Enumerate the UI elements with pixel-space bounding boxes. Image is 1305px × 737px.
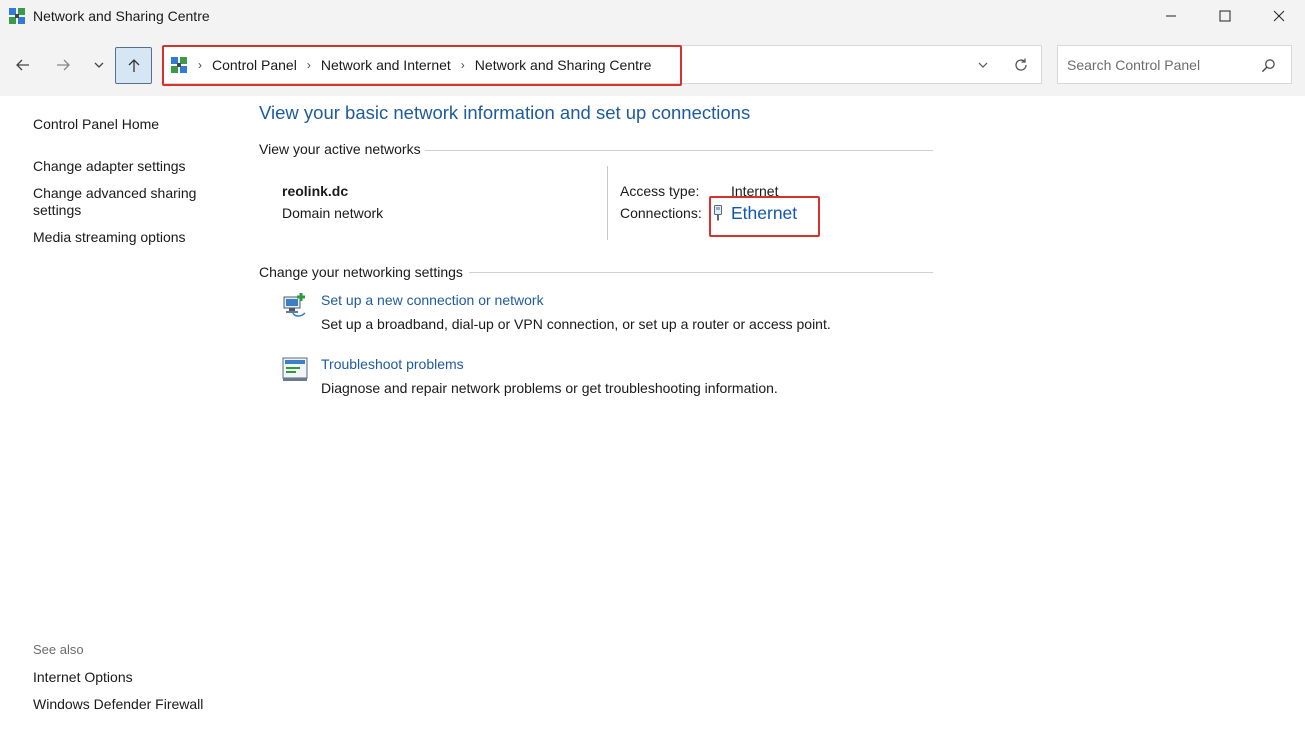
breadcrumb-network-and-internet[interactable]: Network and Internet xyxy=(321,57,451,73)
chevron-down-icon xyxy=(94,62,104,68)
breadcrumb-network-sharing-centre[interactable]: Network and Sharing Centre xyxy=(475,57,652,73)
access-type-label: Access type: xyxy=(620,183,700,199)
networking-settings-header: Change your networking settings xyxy=(259,264,463,280)
breadcrumb-separator[interactable]: › xyxy=(307,58,311,72)
ethernet-icon xyxy=(714,205,722,221)
breadcrumb-control-panel[interactable]: Control Panel xyxy=(212,57,297,73)
arrow-left-icon xyxy=(16,59,29,71)
breadcrumb-separator[interactable]: › xyxy=(461,58,465,72)
maximize-icon xyxy=(1219,10,1231,22)
access-type-value: Internet xyxy=(731,183,779,199)
chevron-down-icon xyxy=(978,62,988,68)
minimize-button[interactable] xyxy=(1144,0,1198,32)
breadcrumb-separator[interactable]: › xyxy=(198,58,202,72)
network-type: Domain network xyxy=(282,205,384,221)
connections-label: Connections: xyxy=(620,205,702,221)
breadcrumb: › Control Panel › Network and Internet ›… xyxy=(194,46,651,83)
maximize-button[interactable] xyxy=(1198,0,1252,32)
address-history-button[interactable] xyxy=(972,55,994,75)
troubleshoot-icon xyxy=(282,357,308,381)
minimize-icon xyxy=(1166,15,1176,17)
search-icon[interactable] xyxy=(1258,55,1278,75)
refresh-icon xyxy=(1015,58,1027,71)
search-input[interactable] xyxy=(1058,46,1271,83)
troubleshoot-problems-description: Diagnose and repair network problems or … xyxy=(321,380,778,396)
close-icon xyxy=(1273,10,1285,22)
see-also-windows-defender-firewall[interactable]: Windows Defender Firewall xyxy=(33,695,203,713)
close-button[interactable] xyxy=(1252,0,1305,32)
sidebar-item-change-adapter-settings[interactable]: Change adapter settings xyxy=(33,157,186,175)
window-title: Network and Sharing Centre xyxy=(33,8,210,24)
refresh-button[interactable] xyxy=(1010,54,1032,76)
title-bar: Network and Sharing Centre xyxy=(0,0,1305,32)
network-name: reolink.dc xyxy=(282,183,349,199)
section-divider xyxy=(425,150,933,151)
sidebar-item-change-advanced-sharing[interactable]: Change advanced sharing xyxy=(33,184,196,202)
arrow-right-icon xyxy=(57,59,70,71)
sidebar-item-change-advanced-sharing-cont[interactable]: settings xyxy=(33,201,81,219)
see-also-label: See also xyxy=(33,642,84,657)
control-panel-icon xyxy=(171,57,187,73)
forward-button[interactable] xyxy=(48,50,78,80)
active-networks-header: View your active networks xyxy=(259,141,421,157)
back-button[interactable] xyxy=(8,50,38,80)
network-centre-app-icon xyxy=(9,8,25,24)
see-also-internet-options[interactable]: Internet Options xyxy=(33,668,133,686)
arrow-up-icon xyxy=(128,58,139,72)
setup-new-connection-description: Set up a broadband, dial-up or VPN conne… xyxy=(321,316,831,332)
navigation-bar: › Control Panel › Network and Internet ›… xyxy=(0,32,1305,96)
vertical-divider xyxy=(607,166,608,240)
ethernet-connection-link[interactable]: Ethernet xyxy=(731,203,797,224)
recent-locations-button[interactable] xyxy=(88,50,110,80)
new-connection-icon xyxy=(283,293,306,317)
page-title: View your basic network information and … xyxy=(259,102,751,123)
troubleshoot-problems-link[interactable]: Troubleshoot problems xyxy=(321,356,464,372)
sidebar-item-control-panel-home[interactable]: Control Panel Home xyxy=(33,115,159,133)
section-divider xyxy=(469,272,933,273)
address-bar[interactable]: › Control Panel › Network and Internet ›… xyxy=(163,45,1042,84)
search-box[interactable] xyxy=(1057,45,1292,84)
up-button[interactable] xyxy=(115,47,152,84)
setup-new-connection-link[interactable]: Set up a new connection or network xyxy=(321,292,544,308)
sidebar-item-media-streaming-options[interactable]: Media streaming options xyxy=(33,228,186,246)
